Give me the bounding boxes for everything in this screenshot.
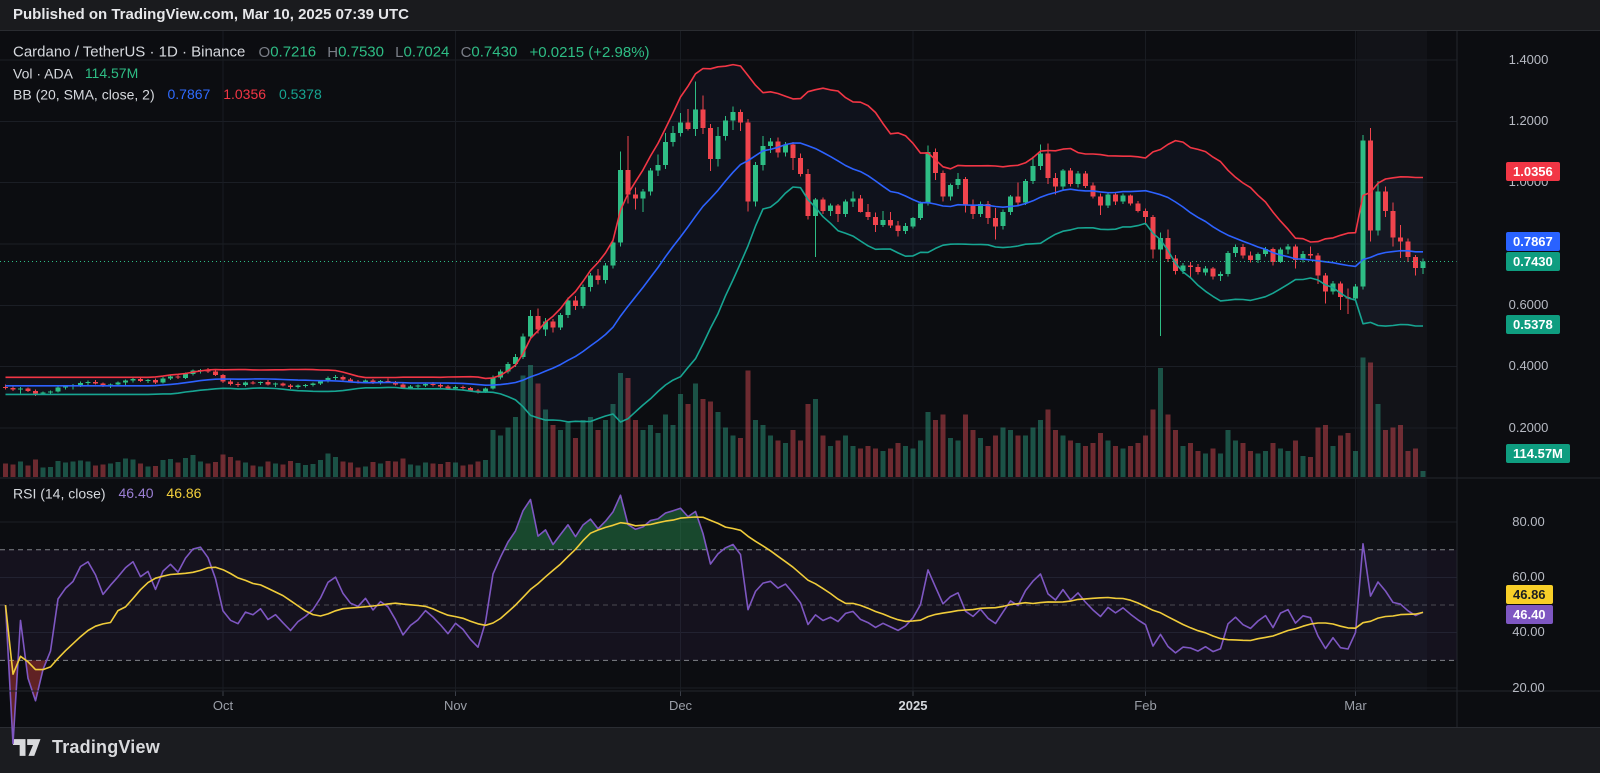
- main-chart-pane[interactable]: [0, 31, 1457, 478]
- footer-bar: TradingView: [0, 727, 1600, 773]
- tradingview-logo-icon: [13, 739, 41, 756]
- tradingview-brand-text: TradingView: [52, 737, 160, 757]
- tradingview-logo-link[interactable]: TradingView: [13, 737, 160, 758]
- price-axis[interactable]: [1457, 31, 1600, 691]
- tradingview-snapshot: Published on TradingView.com, Mar 10, 20…: [0, 0, 1600, 773]
- published-bar: Published on TradingView.com, Mar 10, 20…: [0, 0, 1600, 31]
- time-axis[interactable]: [0, 691, 1600, 727]
- rsi-pane[interactable]: [0, 479, 1457, 691]
- published-text: Published on TradingView.com, Mar 10, 20…: [13, 6, 409, 23]
